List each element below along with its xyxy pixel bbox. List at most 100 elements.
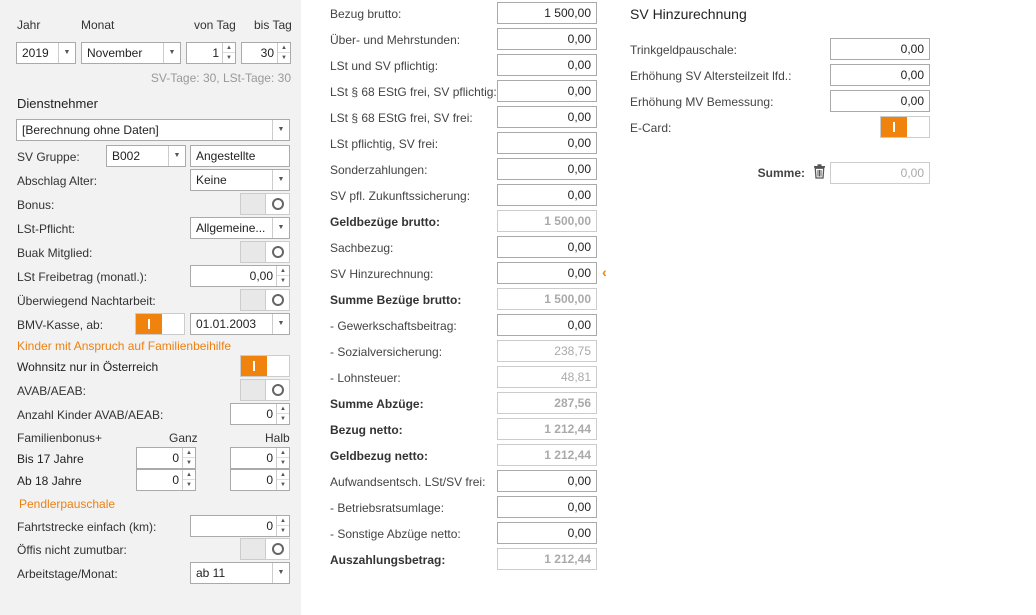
jahr-value: 2019 [22,46,49,60]
abschlag-alter-select[interactable]: Keine ▼ [190,169,290,191]
spin-down-icon[interactable]: ▼ [183,480,195,490]
spin-up-icon[interactable]: ▲ [277,516,289,526]
fahrtstrecke-stepper[interactable]: 0 ▲ ▼ [190,515,290,537]
chevron-down-icon[interactable]: ▼ [272,120,289,140]
spin-up-icon[interactable]: ▲ [223,43,235,53]
mv-label: Erhöhung MV Bemessung: [630,95,774,109]
spin-up-icon[interactable]: ▲ [183,470,195,480]
bonus-toggle[interactable] [240,193,290,215]
pendler-title: Pendlerpauschale [19,497,116,511]
trash-icon[interactable] [813,164,827,180]
bezug-row-input[interactable]: 0,00 [497,496,597,518]
bezug-row-input[interactable]: 0,00 [497,184,597,206]
bmv-date-select[interactable]: 01.01.2003 ▼ [190,313,290,335]
buak-toggle[interactable] [240,241,290,263]
chevron-down-icon[interactable]: ▼ [58,43,75,63]
bmv-toggle[interactable] [135,313,185,335]
bezug-row-input[interactable]: 0,00 [497,132,597,154]
lst-freibetrag-value: 0,00 [249,269,273,283]
kinder-title: Kinder mit Anspruch auf Familienbeihilfe [17,339,232,353]
bezug-row-label: Summe Bezüge brutto: [330,293,462,307]
chevron-down-icon[interactable]: ▼ [168,146,185,166]
bezug-row-input[interactable]: 0,00 [497,80,597,102]
anzahl-kinder-label: Anzahl Kinder AVAB/AEAB: [17,408,164,422]
chevron-down-icon[interactable]: ▼ [272,314,289,334]
ab18-ganz-stepper[interactable]: 0 ▲ ▼ [136,469,196,491]
chevron-down-icon[interactable]: ▼ [163,43,180,63]
spin-down-icon[interactable]: ▼ [277,276,289,286]
bis-tag-stepper[interactable]: 30 ▲ ▼ [241,42,291,64]
abschlag-alter-label: Abschlag Alter: [17,174,98,188]
spin-down-icon[interactable]: ▼ [278,53,290,63]
sv-gruppe-select[interactable]: B002 ▼ [106,145,186,167]
bezug-row-input[interactable]: 0,00 [497,314,597,336]
oeffis-toggle[interactable] [240,538,290,560]
bezug-row-label: LSt und SV pflichtig: [330,59,439,73]
toggle-off-icon [265,290,289,310]
trinkgeld-input[interactable]: 0,00 [830,38,930,60]
bis17-halb-stepper[interactable]: 0 ▲ ▼ [230,447,290,469]
lst-pflicht-select[interactable]: Allgemeine... ▼ [190,217,290,239]
spin-up-icon[interactable]: ▲ [277,404,289,414]
trinkgeld-label: Trinkgeldpauschale: [630,43,737,57]
ab18-halb-stepper[interactable]: 0 ▲ ▼ [230,469,290,491]
spin-down-icon[interactable]: ▼ [277,414,289,424]
spin-down-icon[interactable]: ▼ [183,458,195,468]
ecard-toggle[interactable] [880,116,930,138]
lst-freibetrag-stepper[interactable]: 0,00 ▲ ▼ [190,265,290,287]
toggle-off-icon [265,242,289,262]
bis17-label: Bis 17 Jahre [17,452,84,466]
bmv-date-value: 01.01.2003 [196,317,257,331]
bezug-row-label: - Sozialversicherung: [330,345,443,359]
wohnsitz-toggle[interactable] [240,355,290,377]
bezug-row-input[interactable]: 0,00 [497,470,597,492]
halb-label: Halb [265,431,290,445]
arbeitstage-select[interactable]: ab 11 ▼ [190,562,290,584]
toggle-on-icon [241,356,267,376]
bezug-row-input[interactable]: 0,00 [497,262,597,284]
toggle-off-icon [265,539,289,559]
monat-select[interactable]: November ▼ [81,42,181,64]
chevron-down-icon[interactable]: ▼ [272,563,289,583]
bezug-row-input[interactable]: 0,00 [497,28,597,50]
spin-down-icon[interactable]: ▼ [223,53,235,63]
ab18-halb-value: 0 [266,473,273,487]
bezug-row-input[interactable]: 0,00 [497,236,597,258]
anzahl-kinder-stepper[interactable]: 0 ▲ ▼ [230,403,290,425]
jahr-select[interactable]: 2019 ▼ [16,42,76,64]
chevron-down-icon[interactable]: ▼ [272,170,289,190]
chevron-left-icon[interactable]: ‹ [602,264,607,280]
nachtarbeit-toggle[interactable] [240,289,290,311]
chevron-down-icon[interactable]: ▼ [272,218,289,238]
altersteilzeit-input[interactable]: 0,00 [830,64,930,86]
spin-down-icon[interactable]: ▼ [277,480,289,490]
bis17-ganz-stepper[interactable]: 0 ▲ ▼ [136,447,196,469]
avab-toggle[interactable] [240,379,290,401]
von-tag-stepper[interactable]: 1 ▲ ▼ [186,42,236,64]
spin-down-icon[interactable]: ▼ [277,458,289,468]
bezug-row-input[interactable]: 0,00 [497,54,597,76]
bezug-row-label: LSt § 68 EStG frei, SV frei: [330,111,473,125]
spin-up-icon[interactable]: ▲ [277,470,289,480]
von-tag-label: von Tag [194,18,236,32]
mv-input[interactable]: 0,00 [830,90,930,112]
bezug-row-label: Sonderzahlungen: [330,163,428,177]
bezug-row-input[interactable]: 0,00 [497,106,597,128]
altersteilzeit-label: Erhöhung SV Altersteilzeit lfd.: [630,69,792,83]
spin-up-icon[interactable]: ▲ [278,43,290,53]
spin-up-icon[interactable]: ▲ [183,448,195,458]
bis-tag-label: bis Tag [254,18,292,32]
spin-up-icon[interactable]: ▲ [277,448,289,458]
bezug-row-label: Aufwandsentsch. LSt/SV frei: [330,475,486,489]
spin-up-icon[interactable]: ▲ [277,266,289,276]
bezug-row-input[interactable]: 0,00 [497,158,597,180]
bezug-row-input[interactable]: 0,00 [497,522,597,544]
monat-value: November [87,46,143,60]
spin-down-icon[interactable]: ▼ [277,526,289,536]
bezug-row-value: 1 212,44 [497,418,597,440]
bezug-row-input[interactable]: 1 500,00 [497,2,597,24]
oeffis-label: Öffis nicht zumutbar: [17,543,127,557]
bezug-row-value: 1 500,00 [497,210,597,232]
berechnung-select[interactable]: [Berechnung ohne Daten] ▼ [16,119,290,141]
wohnsitz-label: Wohnsitz nur in Österreich [17,360,159,374]
